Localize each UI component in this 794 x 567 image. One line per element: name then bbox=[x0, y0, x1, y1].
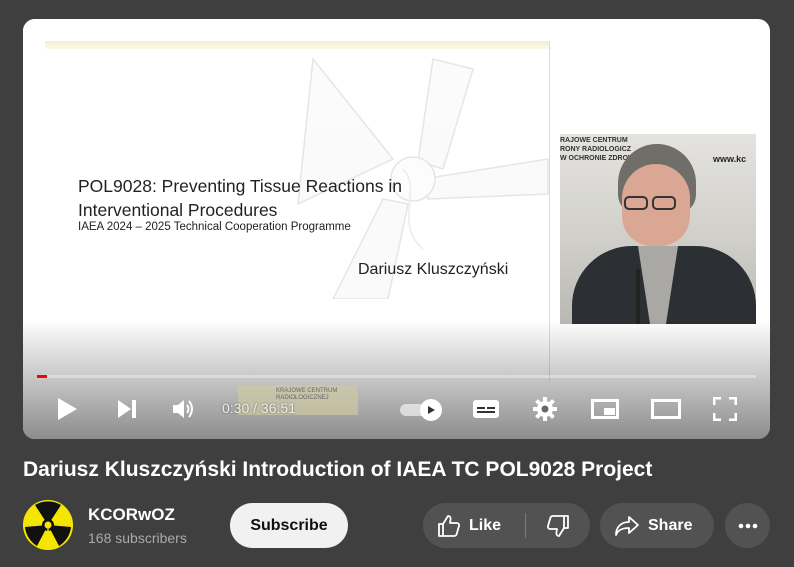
speaker-camera: RAJOWE CENTRUM RONY RADIOLOGICZ W OCHRON… bbox=[560, 134, 756, 324]
progress-played bbox=[37, 375, 47, 378]
video-player[interactable]: POL9028: Preventing Tissue Reactions in … bbox=[23, 19, 770, 439]
subtitles-button[interactable] bbox=[470, 393, 502, 425]
theater-mode-button[interactable] bbox=[649, 393, 683, 425]
video-title: Dariusz Kluszczyński Introduction of IAE… bbox=[23, 458, 653, 481]
glasses bbox=[624, 196, 648, 210]
fullscreen-icon bbox=[713, 397, 737, 421]
dislike-button[interactable] bbox=[526, 503, 590, 548]
play-button[interactable] bbox=[51, 393, 83, 425]
radiation-logo-icon bbox=[23, 500, 73, 550]
miniplayer-button[interactable] bbox=[589, 393, 621, 425]
subtitles-icon bbox=[473, 400, 499, 418]
slide-subtitle: IAEA 2024 – 2025 Technical Cooperation P… bbox=[78, 221, 351, 233]
volume-icon bbox=[173, 400, 193, 418]
gear-icon bbox=[533, 397, 557, 421]
like-button[interactable]: Like bbox=[423, 503, 525, 548]
channel-name[interactable]: KCORwOZ bbox=[88, 505, 175, 525]
time-display: 0:30 / 36:51 bbox=[222, 400, 296, 416]
slide-title: POL9028: Preventing Tissue Reactions in … bbox=[78, 176, 402, 220]
thumbs-up-icon bbox=[438, 514, 461, 537]
autoplay-toggle[interactable] bbox=[400, 399, 444, 421]
next-button[interactable] bbox=[111, 393, 143, 425]
share-icon bbox=[615, 515, 639, 536]
progress-bar[interactable] bbox=[37, 375, 756, 378]
like-dislike-group: Like bbox=[423, 503, 590, 548]
slide-author: Dariusz Kluszczyński bbox=[358, 261, 509, 278]
fullscreen-button[interactable] bbox=[709, 393, 741, 425]
more-dots-icon bbox=[738, 523, 757, 528]
volume-button[interactable] bbox=[168, 393, 200, 425]
channel-avatar[interactable] bbox=[23, 500, 73, 550]
subscribe-button[interactable]: Subscribe bbox=[230, 503, 348, 548]
thumbs-down-icon bbox=[546, 514, 569, 537]
subscriber-count: 168 subscribers bbox=[88, 530, 187, 546]
backdrop-website: www.kc bbox=[713, 154, 747, 164]
slide-header-bar bbox=[45, 41, 550, 49]
play-small-icon bbox=[428, 406, 435, 414]
next-icon bbox=[118, 400, 136, 418]
miniplayer-icon bbox=[591, 399, 619, 419]
theater-icon bbox=[651, 399, 681, 419]
settings-button[interactable] bbox=[529, 393, 561, 425]
play-icon bbox=[58, 398, 77, 420]
like-label: Like bbox=[469, 516, 502, 534]
more-actions-button[interactable] bbox=[725, 503, 770, 548]
share-label: Share bbox=[648, 516, 693, 534]
microphone bbox=[636, 269, 640, 324]
share-button[interactable]: Share bbox=[600, 503, 714, 548]
